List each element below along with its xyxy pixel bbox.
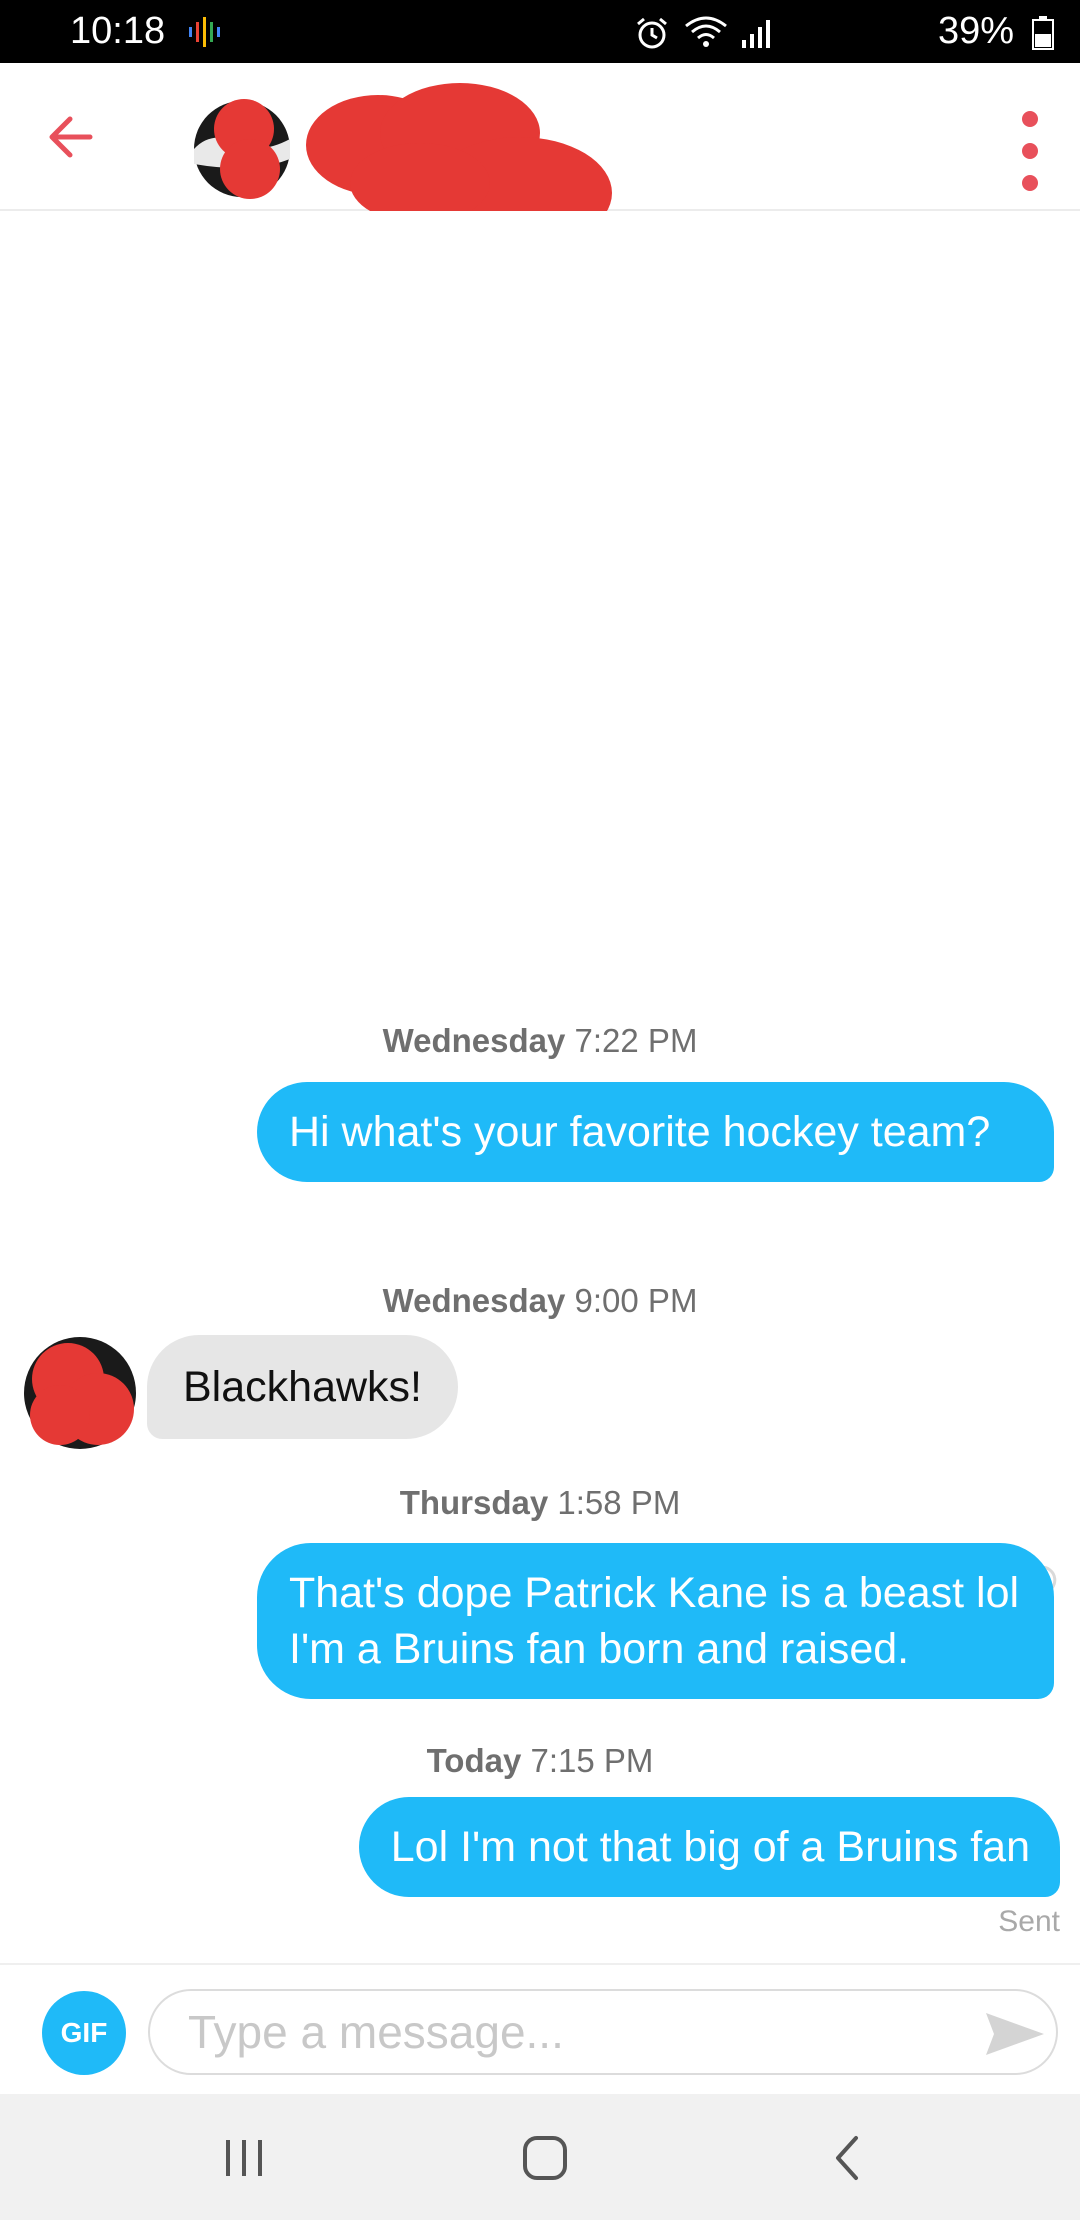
outgoing-message[interactable]: Lol I'm not that big of a Bruins fan <box>358 1797 1060 1897</box>
match-avatar-small[interactable] <box>20 1333 140 1453</box>
timestamp-time: 7:15 PM <box>530 1742 654 1779</box>
recent-apps-icon[interactable] <box>214 2128 274 2188</box>
status-bar: 10:18 39% <box>0 0 1080 63</box>
outgoing-message[interactable]: Hi what's your favorite hockey team? <box>257 1082 1054 1182</box>
google-assistant-icon <box>189 17 220 47</box>
wifi-icon <box>685 16 727 47</box>
match-avatar[interactable] <box>192 99 292 199</box>
timestamp-day: Wednesday <box>382 1282 566 1319</box>
timestamp-time: 7:22 PM <box>574 1022 698 1059</box>
timestamp-time: 9:00 PM <box>574 1282 698 1319</box>
chat-header <box>0 63 1080 249</box>
status-time: 10:18 <box>70 10 166 52</box>
incoming-message[interactable]: Blackhawks! <box>147 1335 458 1439</box>
back-icon[interactable] <box>818 2128 878 2188</box>
outgoing-message[interactable]: That's dope Patrick Kane is a beast lol … <box>257 1543 1054 1699</box>
timestamp-time: 1:58 PM <box>557 1484 681 1521</box>
home-icon[interactable] <box>515 2128 575 2188</box>
battery-icon <box>1032 16 1054 50</box>
message-timestamp: Today 7:15 PM <box>0 1741 1080 1781</box>
cell-signal-icon <box>742 20 770 48</box>
more-vertical-icon[interactable] <box>1004 101 1056 201</box>
message-composer: GIF <box>0 1963 1080 2094</box>
message-input[interactable] <box>148 1989 1058 2075</box>
alarm-icon <box>637 17 667 49</box>
message-list[interactable]: Wednesday 7:22 PM Hi what's your favorit… <box>0 211 1080 1963</box>
message-timestamp: Wednesday 7:22 PM <box>0 1021 1080 1061</box>
battery-percent: 39% <box>937 10 1014 52</box>
gif-button[interactable]: GIF <box>42 1991 126 2075</box>
message-timestamp: Thursday 1:58 PM <box>0 1483 1080 1523</box>
arrow-left-icon[interactable] <box>38 101 110 173</box>
send-icon[interactable] <box>984 2009 1046 2059</box>
timestamp-day: Thursday <box>399 1484 549 1521</box>
message-status: Sent <box>998 1905 1060 1938</box>
message-timestamp: Wednesday 9:00 PM <box>0 1281 1080 1321</box>
timestamp-day: Wednesday <box>382 1022 566 1059</box>
status-icons: 39% <box>634 8 1054 54</box>
timestamp-day: Today <box>426 1742 522 1779</box>
system-navigation-bar <box>0 2094 1080 2220</box>
